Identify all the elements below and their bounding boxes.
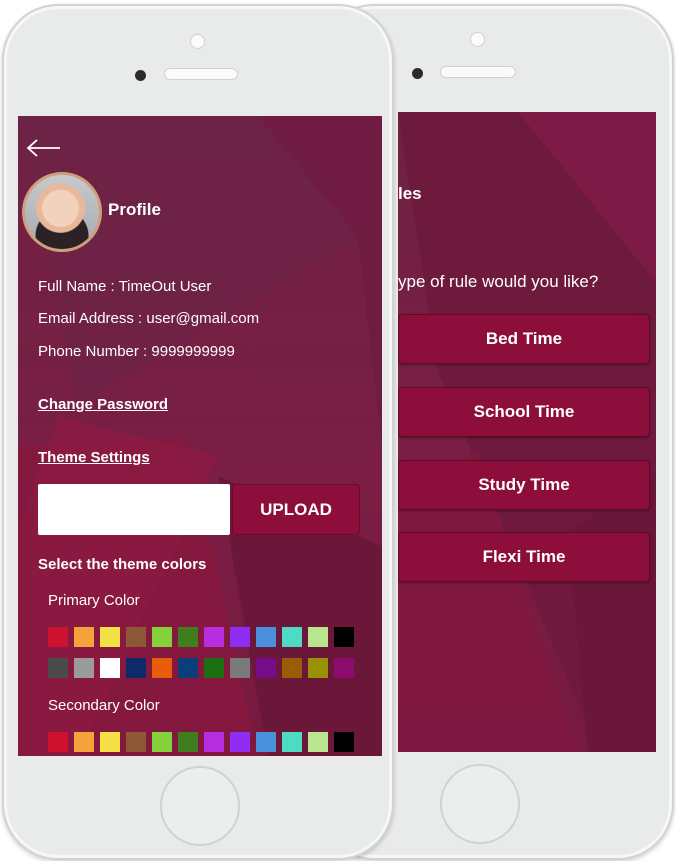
upload-button[interactable]: UPLOAD	[232, 484, 360, 535]
color-swatch[interactable]	[126, 658, 146, 678]
full-name-text: Full Name : TimeOut User	[38, 278, 212, 295]
color-swatch[interactable]	[308, 732, 328, 752]
back-arrow-icon[interactable]	[26, 138, 62, 158]
color-swatch[interactable]	[282, 732, 302, 752]
color-swatch[interactable]	[204, 658, 224, 678]
change-password-link[interactable]: Change Password	[38, 396, 168, 413]
flexi-time-button[interactable]: Flexi Time	[398, 532, 650, 582]
color-swatch[interactable]	[230, 627, 250, 647]
primary-color-label: Primary Color	[48, 592, 140, 609]
front-camera	[470, 32, 485, 47]
color-swatch[interactable]	[230, 732, 250, 752]
rules-screen: les ype of rule would you like? Bed Time…	[398, 112, 656, 752]
color-swatch[interactable]	[178, 732, 198, 752]
profile-screen: Profile Full Name : TimeOut User Email A…	[18, 116, 382, 756]
color-swatch[interactable]	[204, 732, 224, 752]
theme-settings-link[interactable]: Theme Settings	[38, 449, 150, 466]
color-swatch[interactable]	[48, 627, 68, 647]
color-swatch[interactable]	[152, 658, 172, 678]
sensor-dot	[135, 70, 146, 81]
email-text: Email Address : user@gmail.com	[38, 310, 260, 327]
rules-title: les	[398, 184, 422, 203]
theme-colors-heading: Select the theme colors	[38, 556, 207, 573]
color-swatch[interactable]	[48, 732, 68, 752]
color-swatch[interactable]	[334, 627, 354, 647]
front-camera	[190, 34, 205, 49]
color-swatch[interactable]	[74, 658, 94, 678]
color-swatch[interactable]	[100, 732, 120, 752]
color-swatch[interactable]	[178, 627, 198, 647]
color-swatch[interactable]	[74, 732, 94, 752]
avatar[interactable]	[22, 172, 102, 252]
study-time-button[interactable]: Study Time	[398, 460, 650, 510]
color-swatch[interactable]	[178, 658, 198, 678]
color-swatch[interactable]	[100, 658, 120, 678]
home-button[interactable]	[160, 766, 240, 846]
color-swatch[interactable]	[204, 627, 224, 647]
earpiece-speaker	[440, 66, 516, 78]
color-swatch[interactable]	[256, 658, 276, 678]
rule-type-question: ype of rule would you like?	[398, 272, 599, 291]
home-button[interactable]	[440, 764, 520, 844]
school-time-button[interactable]: School Time	[398, 387, 650, 437]
upload-input[interactable]	[38, 484, 230, 535]
color-swatch[interactable]	[152, 627, 172, 647]
primary-swatches-row-2	[48, 658, 354, 678]
primary-swatches-row-1	[48, 627, 354, 647]
earpiece-speaker	[164, 68, 238, 80]
page-title: Profile	[108, 200, 161, 219]
color-swatch[interactable]	[256, 732, 276, 752]
sensor-dot	[412, 68, 423, 79]
color-swatch[interactable]	[256, 627, 276, 647]
secondary-color-label: Secondary Color	[48, 697, 160, 714]
bed-time-button[interactable]: Bed Time	[398, 314, 650, 364]
color-swatch[interactable]	[308, 658, 328, 678]
color-swatch[interactable]	[48, 658, 68, 678]
color-swatch[interactable]	[152, 732, 172, 752]
color-swatch[interactable]	[126, 732, 146, 752]
color-swatch[interactable]	[282, 627, 302, 647]
color-swatch[interactable]	[230, 658, 250, 678]
color-swatch[interactable]	[126, 627, 146, 647]
color-swatch[interactable]	[100, 627, 120, 647]
color-swatch[interactable]	[282, 658, 302, 678]
phone-frame-front: Profile Full Name : TimeOut User Email A…	[2, 4, 394, 860]
color-swatch[interactable]	[334, 658, 354, 678]
phone-text: Phone Number : 9999999999	[38, 343, 235, 360]
color-swatch[interactable]	[308, 627, 328, 647]
color-swatch[interactable]	[334, 732, 354, 752]
secondary-swatches-row-1	[48, 732, 354, 752]
color-swatch[interactable]	[74, 627, 94, 647]
